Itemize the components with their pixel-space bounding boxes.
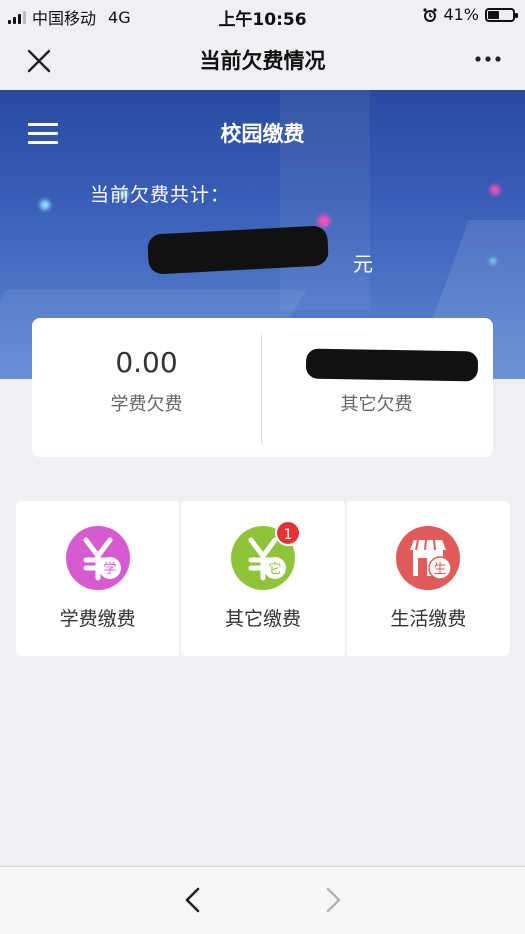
debt-total-label: 当前欠费共计： [90, 184, 231, 206]
battery-percent: 41% [443, 5, 479, 24]
svg-text:生: 生 [434, 562, 447, 577]
banner-title: 校园缴费 [220, 122, 305, 146]
other-debt-value-redacted [262, 346, 491, 382]
svg-text:学: 学 [103, 561, 116, 577]
life-payment-icon: 生 [396, 526, 461, 590]
other-debt-cell: 其它欠费 [262, 318, 491, 457]
life-payment-button[interactable]: 生 生活缴费 [346, 501, 510, 656]
notification-badge: 1 [274, 520, 301, 546]
page-title: 当前欠费情况 [199, 49, 326, 73]
tuition-debt-label: 学费欠费 [110, 394, 183, 415]
status-bar: 中国移动 4G 上午10:56 41% [0, 0, 525, 30]
life-payment-label: 生活缴费 [390, 608, 467, 630]
payment-services: 学 学费缴费 它 1 其它缴费 生 生活缴费 [16, 501, 510, 656]
alarm-icon [423, 7, 438, 22]
battery-icon [485, 7, 518, 22]
currency-unit: 元 [353, 252, 373, 276]
other-debt-label: 其它欠费 [340, 394, 413, 415]
bottom-toolbar [0, 866, 525, 934]
tuition-payment-label: 学费缴费 [59, 608, 136, 630]
status-right: 41% [423, 5, 518, 24]
other-payment-icon: 它 1 [230, 520, 301, 590]
tuition-debt-value: 0.00 [115, 346, 178, 379]
back-arrow-icon[interactable] [178, 885, 208, 915]
forward-arrow-icon[interactable] [318, 885, 348, 915]
other-payment-button[interactable]: 它 1 其它缴费 [181, 501, 345, 656]
navbar: 当前欠费情况 [0, 30, 525, 90]
other-payment-label: 其它缴费 [224, 608, 301, 630]
tuition-debt-cell: 0.00 学费欠费 [32, 318, 261, 457]
debt-summary-card: 0.00 学费欠费 其它欠费 [32, 318, 493, 457]
more-icon[interactable] [473, 44, 503, 74]
svg-text:它: 它 [268, 561, 281, 577]
tuition-payment-icon: 学 [65, 526, 130, 590]
tuition-payment-button[interactable]: 学 学费缴费 [16, 501, 180, 656]
